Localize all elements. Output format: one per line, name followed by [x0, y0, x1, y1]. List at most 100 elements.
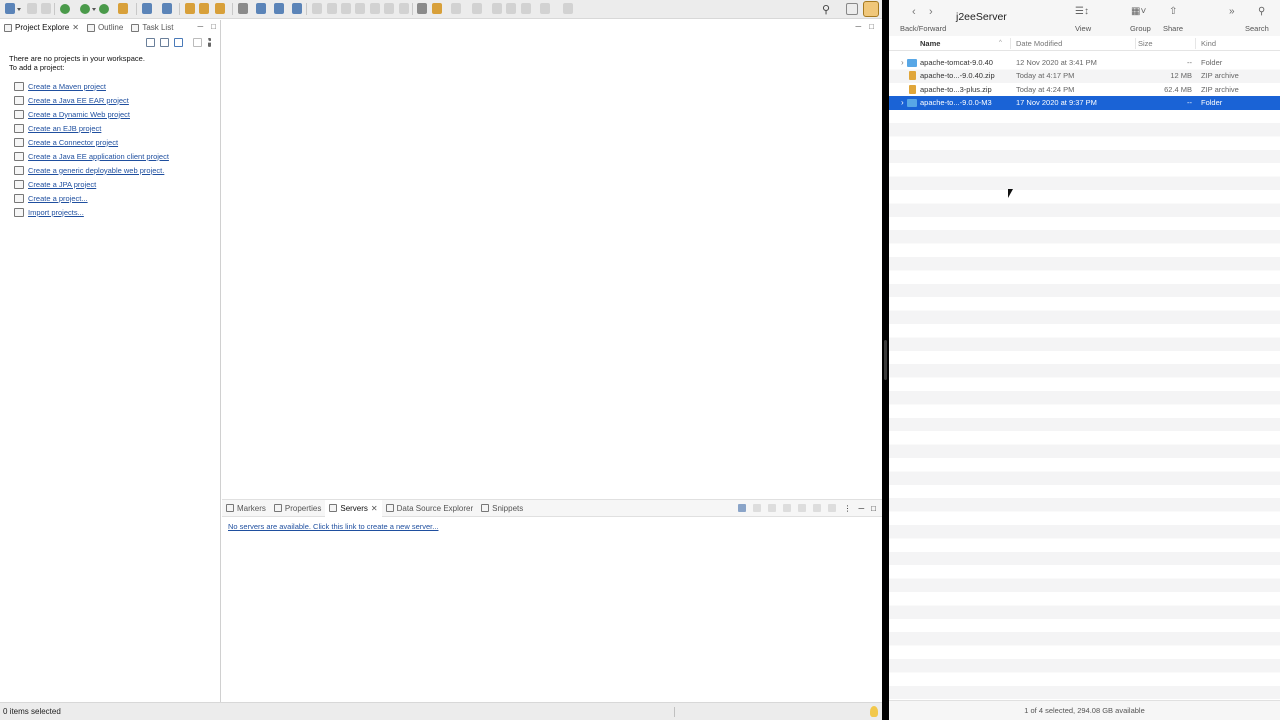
debug-icon[interactable]	[60, 4, 70, 14]
file-row-selected[interactable]: › apache-to...-9.0.0-M3 17 Nov 2020 at 9…	[889, 96, 1280, 110]
minimize-icon[interactable]: ─	[197, 22, 203, 31]
create-dynamic-web-project-link[interactable]: Create a Dynamic Web project	[28, 110, 130, 119]
close-icon[interactable]: ✕	[371, 504, 378, 513]
editor-area[interactable]: ─ □	[222, 20, 882, 496]
pin-editor-icon[interactable]	[563, 3, 573, 14]
create-connector-project-link[interactable]: Create a Connector project	[28, 138, 118, 147]
tab-servers[interactable]: Servers ✕	[325, 499, 382, 517]
search-icon[interactable]: ⚲	[1258, 6, 1265, 17]
view-menu-icon[interactable]	[208, 38, 211, 47]
tab-project-explorer[interactable]: Project Explore ✕	[0, 20, 83, 35]
save-all-icon[interactable]	[41, 3, 51, 14]
external-tools-icon[interactable]	[118, 3, 128, 14]
create-jpa-project-link[interactable]: Create a JPA project	[28, 180, 96, 189]
new-dropdown-icon[interactable]	[17, 8, 21, 11]
create-generic-web-project-link[interactable]: Create a generic deployable web project.	[28, 166, 164, 175]
start-server-icon[interactable]	[768, 504, 777, 512]
create-ejb-project-link[interactable]: Create an EJB project	[28, 124, 101, 133]
step-return-icon[interactable]	[399, 3, 409, 14]
share-icon[interactable]: ⇧	[1169, 6, 1177, 17]
back-icon[interactable]	[506, 3, 516, 14]
terminate-icon[interactable]	[341, 3, 351, 14]
group-icon[interactable]: ▦˅	[1131, 6, 1146, 17]
back-icon[interactable]: ‹	[912, 6, 916, 18]
list-view-icon[interactable]: ☰↕	[1075, 6, 1089, 17]
column-separator[interactable]	[1010, 38, 1011, 49]
create-server-link[interactable]: No servers are available. Click this lin…	[222, 517, 882, 531]
maximize-icon[interactable]: □	[211, 22, 216, 31]
create-ear-project-link[interactable]: Create a Java EE EAR project	[28, 96, 129, 105]
tab-properties[interactable]: Properties	[270, 500, 325, 517]
link-with-editor-icon[interactable]	[160, 38, 169, 47]
column-date-modified[interactable]: Date Modified	[1016, 39, 1062, 48]
tab-outline[interactable]: Outline	[83, 20, 127, 35]
disconnect-icon[interactable]	[355, 3, 365, 14]
new-class-icon[interactable]	[162, 3, 172, 14]
import-projects-link[interactable]: Import projects...	[28, 208, 84, 217]
toggle-breadcrumb-icon[interactable]	[417, 3, 427, 14]
forward-icon[interactable]: ›	[929, 6, 933, 18]
minimize-icon[interactable]: ─	[855, 22, 861, 31]
close-icon[interactable]: ✕	[72, 23, 79, 32]
step-into-icon[interactable]	[370, 3, 380, 14]
suspend-icon[interactable]	[327, 3, 337, 14]
coverage-icon[interactable]	[99, 4, 109, 14]
clean-icon[interactable]	[828, 504, 837, 512]
column-name[interactable]: Name	[920, 39, 940, 48]
file-row[interactable]: › apache-tomcat-9.0.40 12 Nov 2020 at 3:…	[889, 56, 1280, 69]
column-separator[interactable]	[1195, 38, 1196, 49]
publish-icon[interactable]	[813, 504, 822, 512]
web-services-icon[interactable]	[256, 3, 266, 14]
terminal-icon[interactable]	[274, 3, 284, 14]
tab-markers[interactable]: Markers	[222, 500, 270, 517]
more-chevron-icon[interactable]: »	[1229, 6, 1235, 17]
tab-snippets[interactable]: Snippets	[477, 500, 527, 517]
column-size[interactable]: Size	[1138, 39, 1153, 48]
filter-icon[interactable]	[174, 38, 183, 47]
annotation-icon[interactable]	[432, 3, 442, 14]
forward-icon[interactable]	[521, 3, 531, 14]
save-icon[interactable]	[27, 3, 37, 14]
focus-icon[interactable]	[193, 38, 202, 47]
view-menu-icon[interactable]: ⋮	[843, 504, 851, 513]
minimize-icon[interactable]: ─	[858, 504, 864, 513]
maximize-icon[interactable]: □	[869, 22, 874, 31]
create-app-client-project-link[interactable]: Create a Java EE application client proj…	[28, 152, 169, 161]
search-icon[interactable]: ⚲	[822, 3, 830, 16]
column-separator[interactable]	[1135, 38, 1136, 49]
disclosure-triangle-icon[interactable]: ›	[901, 98, 904, 107]
file-row[interactable]: apache-to...3-plus.zip Today at 4:24 PM …	[889, 83, 1280, 96]
open-task-icon[interactable]	[199, 3, 209, 14]
search-tool-icon[interactable]	[215, 3, 225, 14]
run-dropdown-icon[interactable]	[92, 8, 96, 11]
tab-task-list[interactable]: Task List	[127, 20, 177, 35]
lightbulb-icon[interactable]	[870, 706, 878, 717]
tab-data-source-explorer[interactable]: Data Source Explorer	[382, 500, 477, 517]
new-icon[interactable]	[5, 3, 15, 14]
next-annotation-icon[interactable]	[451, 3, 461, 14]
column-kind[interactable]: Kind	[1201, 39, 1216, 48]
open-perspective-icon[interactable]	[846, 3, 858, 15]
java-ee-perspective-icon[interactable]	[863, 1, 879, 17]
last-edit-icon[interactable]	[492, 3, 502, 14]
step-over-icon[interactable]	[384, 3, 394, 14]
collapse-icon[interactable]	[738, 504, 747, 512]
resume-icon[interactable]	[312, 3, 322, 14]
toggle-mark-icon[interactable]	[292, 3, 302, 14]
open-type-icon[interactable]	[185, 3, 195, 14]
create-maven-project-link[interactable]: Create a Maven project	[28, 82, 106, 91]
disclosure-triangle-icon[interactable]: ›	[901, 58, 904, 67]
debug-server-icon[interactable]	[753, 504, 762, 512]
web-browser-icon[interactable]	[238, 3, 248, 14]
collapse-all-icon[interactable]	[146, 38, 155, 47]
file-row[interactable]: apache-to...-9.0.40.zip Today at 4:17 PM…	[889, 69, 1280, 82]
maximize-icon[interactable]: □	[871, 504, 876, 513]
new-server-icon[interactable]	[142, 3, 152, 14]
prev-annotation-icon[interactable]	[472, 3, 482, 14]
run-icon[interactable]	[80, 4, 90, 14]
create-project-link[interactable]: Create a project...	[28, 194, 88, 203]
profile-server-icon[interactable]	[783, 504, 792, 512]
stop-server-icon[interactable]	[798, 504, 807, 512]
divider-handle[interactable]	[884, 340, 887, 380]
forward-history-icon[interactable]	[540, 3, 550, 14]
